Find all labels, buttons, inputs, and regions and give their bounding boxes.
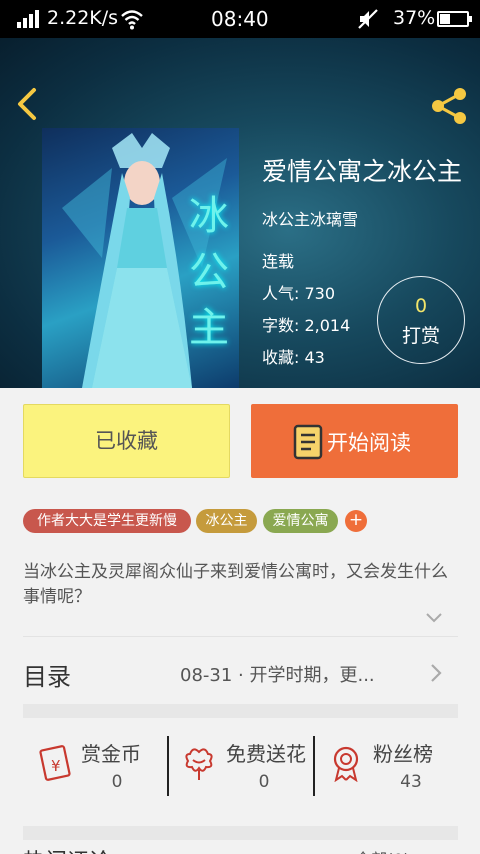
- network-speed: 2.22K/s: [47, 7, 119, 29]
- cover-title-art: 冰公主: [189, 193, 229, 351]
- gold-coin-reward[interactable]: ¥ 赏金币 0: [23, 730, 163, 800]
- chevron-right-icon: [431, 664, 442, 682]
- support-row: ¥ 赏金币 0 免费送花 0 粉丝榜 43: [23, 730, 458, 800]
- free-flower-value: 0: [258, 772, 270, 792]
- book-author[interactable]: 冰公主冰璃雪: [262, 206, 358, 230]
- hot-comments-heading: 热门评论: [23, 844, 111, 854]
- start-reading-label: 开始阅读: [327, 431, 411, 455]
- share-icon[interactable]: [428, 86, 470, 126]
- catalog-label: 目录: [23, 663, 71, 691]
- add-tag-button[interactable]: +: [345, 510, 367, 532]
- book-title: 爱情公寓之冰公主: [262, 157, 463, 186]
- fan-ranking-value: 43: [400, 772, 422, 792]
- reward-label: 打赏: [401, 325, 440, 347]
- latest-chapter: 08-31 · 开学时期，更...: [180, 665, 375, 686]
- book-header: 冰公主 爱情公寓之冰公主 冰公主冰璃雪 连载 人气: 730 字数: 2,014…: [0, 38, 480, 388]
- gold-coin-value: 0: [111, 772, 123, 792]
- battery-percent: 37%: [393, 7, 436, 29]
- chevron-down-icon[interactable]: [425, 612, 443, 624]
- favorited-button[interactable]: 已收藏: [23, 404, 230, 478]
- book-status: 连载: [262, 252, 295, 271]
- medal-icon: [333, 746, 359, 782]
- divider: [23, 636, 458, 637]
- section-separator: [23, 704, 458, 718]
- reward-button[interactable]: 0 打赏: [377, 276, 465, 364]
- section-separator: [23, 826, 458, 840]
- book-synopsis: 当冰公主及灵犀阁众仙子来到爱情公寓时，又会发生什么事情呢？: [23, 562, 448, 607]
- tag-ipartment[interactable]: 爱情公寓: [263, 509, 338, 533]
- red-envelope-icon: ¥: [39, 745, 71, 781]
- book-icon: [293, 424, 323, 460]
- battery-icon: [437, 11, 472, 27]
- word-count-stat: 字数: 2,014: [262, 316, 351, 335]
- mute-icon: [358, 9, 378, 29]
- wifi-icon: [121, 10, 143, 30]
- free-flower-label: 免费送花: [226, 742, 306, 766]
- signal-icon: [17, 10, 39, 28]
- start-reading-button[interactable]: 开始阅读: [251, 404, 458, 478]
- status-bar: 2.22K/s 08:40 37%: [0, 0, 480, 38]
- flower-icon: [185, 748, 213, 780]
- fan-ranking-label: 粉丝榜: [373, 742, 433, 766]
- tag-author-note[interactable]: 作者大大是学生更新慢: [23, 509, 191, 533]
- catalog-row[interactable]: 目录 08-31 · 开学时期，更...: [23, 645, 458, 703]
- svg-text:¥: ¥: [51, 757, 61, 775]
- favorites-stat: 收藏: 43: [262, 348, 325, 367]
- tag-ice-princess[interactable]: 冰公主: [196, 509, 257, 533]
- chevron-left-icon[interactable]: [12, 86, 44, 122]
- clock: 08:40: [211, 7, 269, 31]
- gold-coin-label: 赏金币: [81, 742, 141, 766]
- reward-count: 0: [414, 295, 428, 317]
- free-flower[interactable]: 免费送花 0: [168, 730, 308, 800]
- book-cover[interactable]: 冰公主: [42, 128, 239, 388]
- fan-ranking[interactable]: 粉丝榜 43: [315, 730, 455, 800]
- all-comments-link[interactable]: 全部(0): [355, 846, 410, 854]
- popularity-stat: 人气: 730: [262, 284, 336, 303]
